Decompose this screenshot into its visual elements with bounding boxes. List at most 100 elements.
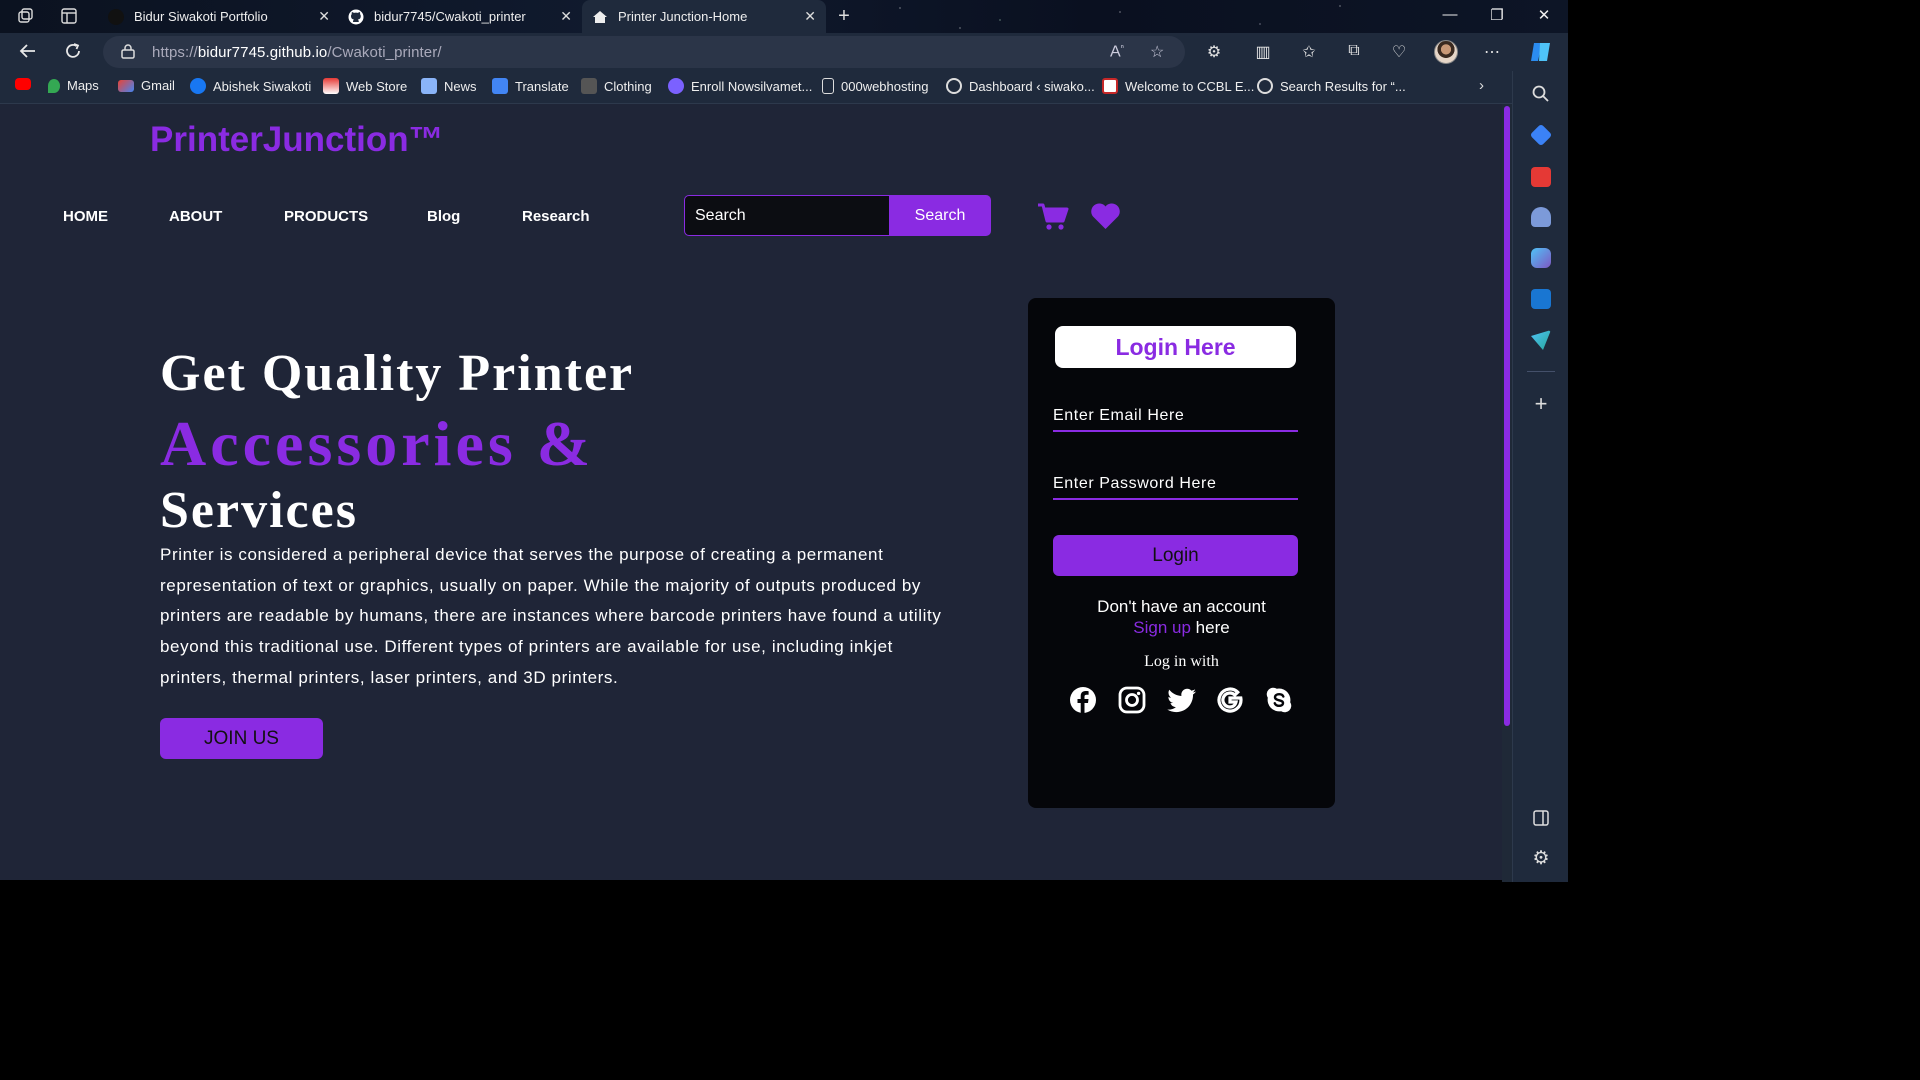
search-icon[interactable]: [1531, 84, 1551, 104]
workspaces-icon[interactable]: [17, 7, 35, 25]
scrollbar-thumb[interactable]: [1504, 106, 1510, 726]
join-us-button[interactable]: JOIN US: [160, 718, 323, 759]
web-store-icon: [323, 78, 339, 94]
tools-icon[interactable]: [1531, 167, 1551, 187]
outlook-icon[interactable]: [1531, 289, 1551, 309]
wordpress-icon: [946, 78, 962, 94]
page-viewport: PrinterJunction™ HOME ABOUT PRODUCTS Blo…: [0, 104, 1502, 880]
sidebar-divider: [1527, 371, 1555, 372]
new-tab-icon[interactable]: +: [835, 6, 853, 26]
extensions-icon[interactable]: ⚙: [1204, 42, 1224, 62]
avatar[interactable]: [1434, 40, 1458, 64]
login-button[interactable]: Login: [1053, 535, 1298, 576]
collections-icon[interactable]: ⧉: [1344, 42, 1364, 60]
add-icon[interactable]: +: [1531, 393, 1551, 415]
window-close-icon[interactable]: ✕: [1534, 6, 1554, 24]
split-screen-icon[interactable]: ▥: [1253, 42, 1273, 62]
bookmark-label: Maps: [67, 78, 99, 93]
chevron-right-icon[interactable]: ›: [1479, 77, 1484, 94]
site-logo[interactable]: PrinterJunction™: [150, 120, 444, 160]
bookmark-news[interactable]: News: [421, 78, 477, 94]
sidebar-toggle-icon[interactable]: [1531, 808, 1551, 828]
maps-icon: [48, 78, 60, 93]
cart-icon[interactable]: [1037, 202, 1069, 232]
bookmark-label: Translate: [515, 78, 569, 94]
bookmark-enroll[interactable]: Enroll Nowsilvamet...: [668, 78, 812, 94]
bookmark-dashboard[interactable]: Dashboard ‹ siwako...: [946, 78, 1095, 94]
signup-prompt: Don't have an account Sign up here: [1028, 596, 1335, 638]
nav-home[interactable]: HOME: [63, 208, 108, 225]
settings-gear-icon[interactable]: ⚙: [1531, 849, 1551, 869]
refresh-icon[interactable]: [62, 41, 84, 66]
url-text: https://bidur7745.github.io/Cwakoti_prin…: [152, 44, 442, 61]
lock-icon[interactable]: [121, 43, 135, 59]
bookmark-ccbl[interactable]: Welcome to CCBL E...: [1102, 78, 1254, 94]
bookmark-clothing[interactable]: Clothing: [581, 78, 652, 94]
skype-icon[interactable]: [1265, 686, 1293, 714]
facebook-icon[interactable]: [1069, 686, 1097, 714]
page-scrollbar[interactable]: [1502, 104, 1512, 882]
search-input[interactable]: [684, 195, 890, 236]
browser-titlebar: Bidur Siwakoti Portfolio ✕ bidur7745/Cwa…: [0, 0, 1568, 33]
nav-blog[interactable]: Blog: [427, 208, 460, 225]
google-icon[interactable]: [1216, 686, 1244, 714]
games-icon[interactable]: [1531, 207, 1551, 227]
tab-github[interactable]: bidur7745/Cwakoti_printer ✕: [340, 0, 582, 33]
hero-heading-line-1: Get Quality Printer: [160, 345, 635, 402]
copilot-icon[interactable]: [1528, 39, 1554, 65]
hero-description: Printer is considered a peripheral devic…: [160, 545, 942, 687]
search-button[interactable]: Search: [889, 195, 991, 236]
bookmark-web-store[interactable]: Web Store: [323, 78, 407, 94]
minimize-icon[interactable]: —: [1440, 6, 1460, 23]
ccbl-icon: [1102, 78, 1118, 94]
address-row: https://bidur7745.github.io/Cwakoti_prin…: [0, 33, 1568, 71]
favorite-star-icon[interactable]: ☆: [1150, 42, 1164, 62]
shopping-tag-icon[interactable]: [1529, 123, 1553, 147]
home-icon: [592, 9, 608, 25]
close-icon[interactable]: ✕: [560, 8, 572, 25]
bookmark-search-results[interactable]: Search Results for “...: [1257, 78, 1406, 94]
youtube-bookmark[interactable]: [15, 78, 38, 90]
bookmark-label: Web Store: [346, 78, 408, 94]
nav-products[interactable]: PRODUCTS: [284, 208, 368, 225]
tab-title: Bidur Siwakoti Portfolio: [134, 9, 268, 24]
favorites-icon[interactable]: ✩: [1299, 42, 1319, 62]
translate-icon: [492, 78, 508, 94]
tab-portfolio[interactable]: Bidur Siwakoti Portfolio ✕: [100, 0, 340, 33]
tab-printer-junction[interactable]: Printer Junction-Home ✕: [582, 0, 826, 33]
bookmark-gmail[interactable]: Gmail: [118, 78, 175, 93]
nav-about[interactable]: ABOUT: [169, 208, 222, 225]
tab-actions-icon[interactable]: [60, 7, 78, 25]
nav-research[interactable]: Research: [522, 208, 590, 225]
close-icon[interactable]: ✕: [318, 8, 330, 25]
restore-icon[interactable]: ❐: [1487, 6, 1507, 24]
bookmark-label: Dashboard ‹ siwako...: [969, 78, 1095, 94]
bookmark-label: Abishek Siwakoti: [213, 78, 312, 94]
bookmark-maps[interactable]: Maps: [48, 78, 99, 93]
site-search: Search: [684, 195, 991, 236]
email-field[interactable]: [1053, 402, 1298, 432]
send-icon[interactable]: [1531, 330, 1551, 350]
back-icon[interactable]: [17, 41, 39, 66]
news-icon: [421, 78, 437, 94]
instagram-icon[interactable]: [1118, 686, 1146, 714]
more-options-icon[interactable]: ⋯: [1482, 42, 1502, 62]
microsoft-365-icon[interactable]: [1531, 248, 1551, 268]
address-bar[interactable]: https://bidur7745.github.io/Cwakoti_prin…: [103, 36, 1185, 68]
edge-sidebar: + ⚙: [1512, 71, 1568, 882]
facebook-icon: [190, 78, 206, 94]
bookmark-000webhosting[interactable]: 000webhosting: [822, 78, 928, 94]
password-field[interactable]: [1053, 470, 1298, 500]
enroll-icon: [668, 78, 684, 94]
bookmark-abishek[interactable]: Abishek Siwakoti: [190, 78, 311, 94]
gmail-icon: [118, 79, 134, 92]
bookmark-label: Enroll Nowsilvamet...: [691, 78, 813, 94]
signup-link[interactable]: Sign up: [1133, 618, 1191, 637]
heart-icon[interactable]: [1090, 203, 1121, 230]
bookmark-label: Welcome to CCBL E...: [1125, 78, 1255, 94]
twitter-icon[interactable]: [1167, 686, 1196, 714]
close-icon[interactable]: ✕: [804, 8, 816, 25]
browser-essentials-icon[interactable]: ♡: [1389, 42, 1409, 62]
bookmark-translate[interactable]: Translate: [492, 78, 569, 94]
read-aloud-icon[interactable]: Aⁿ: [1110, 42, 1124, 61]
